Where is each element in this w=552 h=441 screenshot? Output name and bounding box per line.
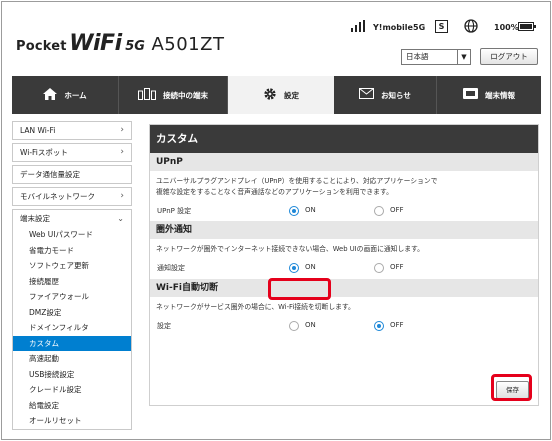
section-outside-description: ネットワークが圏外でインターネット接続できない場合、Web UIの画面に通知しま… <box>156 245 424 253</box>
upnp-on-label: ON <box>305 206 316 214</box>
main-panel: カスタム UPnP ユニバーサルプラグアンドプレイ（UPnP）を使用することによ… <box>149 124 539 406</box>
sidebar-item-label: Wi-Fiスポット <box>20 148 68 157</box>
network-type: 5G <box>413 23 426 32</box>
sidebar-group-label: 端末設定 <box>20 214 50 223</box>
outside-off-label: OFF <box>390 263 404 271</box>
sidebar-subitem[interactable]: 接続履歴 <box>13 274 131 290</box>
sidebar-subitem[interactable]: ソフトウェア更新 <box>13 258 131 274</box>
devices-icon <box>138 87 156 103</box>
chevron-right-icon: › <box>120 125 124 135</box>
sidebar-subitem[interactable]: 給電設定 <box>13 398 131 414</box>
tab-settings-label: 設定 <box>284 90 299 100</box>
highlight-save-button <box>491 374 532 401</box>
sidebar-subitem[interactable]: ファイアウォール <box>13 289 131 305</box>
section-upnp-description: ユニバーサルプラグアンドプレイ（UPnP）を使用することにより、対応アプリケーシ… <box>150 171 538 201</box>
sidebar-sub-list: Web UIパスワード 省電力モード ソフトウェア更新 接続履歴 ファイアウォール DMZ… <box>13 227 131 429</box>
section-outside-heading: 圏外通知 <box>150 221 538 239</box>
wifi-auto-on-radio[interactable] <box>289 321 299 331</box>
header: Pocket WiFi 5G A501ZT Y!mobile 5G S 100%… <box>2 2 550 74</box>
gear-icon <box>263 87 277 104</box>
highlight-outside-on <box>268 278 331 300</box>
sidebar-item-wifi-spot[interactable]: Wi-Fiスポット › <box>12 143 132 162</box>
sidebar-item-lan-wifi[interactable]: LAN Wi-Fi › <box>12 121 132 140</box>
section-wifi-auto-description: ネットワークがサービス圏外の場合に、Wi-Fi接続を切断します。 <box>156 303 355 311</box>
sidebar-item-label: LAN Wi-Fi <box>20 126 56 135</box>
chevron-down-icon: ⌄ <box>117 214 124 223</box>
mail-icon <box>359 88 375 102</box>
tab-connected-devices[interactable]: 接続中の端末 <box>119 76 228 114</box>
upnp-off-radio[interactable] <box>374 206 384 216</box>
tab-notifications-label: お知らせ <box>381 90 411 100</box>
upnp-setting-row: UPnP 設定 ON OFF <box>150 201 538 221</box>
logo-5g: 5G <box>125 39 145 54</box>
signal-strength-icon <box>351 20 365 32</box>
outside-off-radio[interactable] <box>374 263 384 273</box>
tab-devices-label: 接続中の端末 <box>163 90 208 100</box>
language-value: 日本語 <box>406 52 429 61</box>
section-wifi-auto-heading: Wi-Fi自動切断 <box>150 279 538 297</box>
logo-pocket: Pocket <box>16 39 67 54</box>
sidebar-subitem[interactable]: クレードル設定 <box>13 382 131 398</box>
logo-wifi: WiFi <box>69 31 122 56</box>
sidebar-subitem[interactable]: USB接続設定 <box>13 367 131 383</box>
wifi-auto-setting-label: 設定 <box>157 322 171 330</box>
outside-setting-row: 通知設定 ON OFF <box>150 258 538 278</box>
sidebar-item-data-usage[interactable]: データ通信量設定 <box>12 165 132 184</box>
outside-on-radio[interactable] <box>289 263 299 273</box>
upnp-setting-label: UPnP 設定 <box>157 207 192 215</box>
sidebar-subitem[interactable]: ドメインフィルタ <box>13 320 131 336</box>
tab-home[interactable]: ホーム <box>12 76 119 114</box>
main-nav: ホーム 接続中の端末 設定 お知らせ 端末情報 <box>12 76 541 114</box>
tab-notifications[interactable]: お知らせ <box>334 76 437 114</box>
upnp-desc-line-2: 複雑な設定をすることなく音声通話などのアプリケーションを利用できます。 <box>156 188 393 196</box>
upnp-off-label: OFF <box>390 206 404 214</box>
upnp-on-radio[interactable] <box>289 206 299 216</box>
upnp-desc-line-1: ユニバーサルプラグアンドプレイ（UPnP）を使用することにより、対応アプリケーシ… <box>156 177 438 185</box>
product-logo: Pocket WiFi 5G A501ZT <box>16 31 224 56</box>
sidebar-subitem[interactable]: Web UIパスワード <box>13 227 131 243</box>
sim-icon: S <box>435 20 448 33</box>
sidebar-item-label: モバイルネットワーク <box>20 192 95 201</box>
sidebar-group-header[interactable]: 端末設定 ⌄ <box>13 210 131 227</box>
outside-on-label: ON <box>305 263 316 271</box>
chevron-down-icon: ▼ <box>457 50 470 64</box>
wifi-auto-on-label: ON <box>305 321 316 329</box>
page-title: カスタム <box>150 125 538 153</box>
language-select[interactable]: 日本語 ▼ <box>401 49 471 65</box>
home-icon <box>43 87 58 103</box>
logo-model: A501ZT <box>151 34 225 55</box>
globe-icon <box>464 19 478 33</box>
sidebar-subitem[interactable]: 省電力モード <box>13 243 131 259</box>
sidebar: LAN Wi-Fi › Wi-Fiスポット › データ通信量設定 モバイルネット… <box>12 121 132 430</box>
sidebar-item-label: データ通信量設定 <box>20 170 80 179</box>
wifi-auto-setting-row: 設定 ON OFF <box>150 316 538 336</box>
sidebar-subitem[interactable]: オールリセット <box>13 413 131 429</box>
section-upnp-heading: UPnP <box>150 153 538 171</box>
chevron-right-icon: › <box>120 191 124 201</box>
chevron-right-icon: › <box>120 147 124 157</box>
carrier-name: Y!mobile <box>373 23 413 32</box>
outside-setting-label: 通知設定 <box>157 264 185 272</box>
sidebar-group-device-settings: 端末設定 ⌄ Web UIパスワード 省電力モード ソフトウェア更新 接続履歴 ファイア… <box>12 209 132 430</box>
tab-home-label: ホーム <box>64 90 87 100</box>
battery-percent: 100% <box>494 23 519 32</box>
sidebar-item-mobile-network[interactable]: モバイルネットワーク › <box>12 187 132 206</box>
sidebar-subitem[interactable]: DMZ設定 <box>13 305 131 321</box>
app-frame: Pocket WiFi 5G A501ZT Y!mobile 5G S 100%… <box>1 1 551 440</box>
sidebar-subitem[interactable]: 高速起動 <box>13 351 131 367</box>
logout-button[interactable]: ログアウト <box>480 48 538 65</box>
tab-device-info[interactable]: 端末情報 <box>437 76 541 114</box>
tab-device-info-label: 端末情報 <box>485 90 515 100</box>
tab-settings[interactable]: 設定 <box>228 76 334 114</box>
wifi-auto-off-radio[interactable] <box>374 321 384 331</box>
device-info-icon <box>463 88 478 102</box>
wifi-auto-off-label: OFF <box>390 321 404 329</box>
sidebar-subitem[interactable]: カスタム <box>13 335 131 351</box>
battery-icon <box>518 22 536 31</box>
